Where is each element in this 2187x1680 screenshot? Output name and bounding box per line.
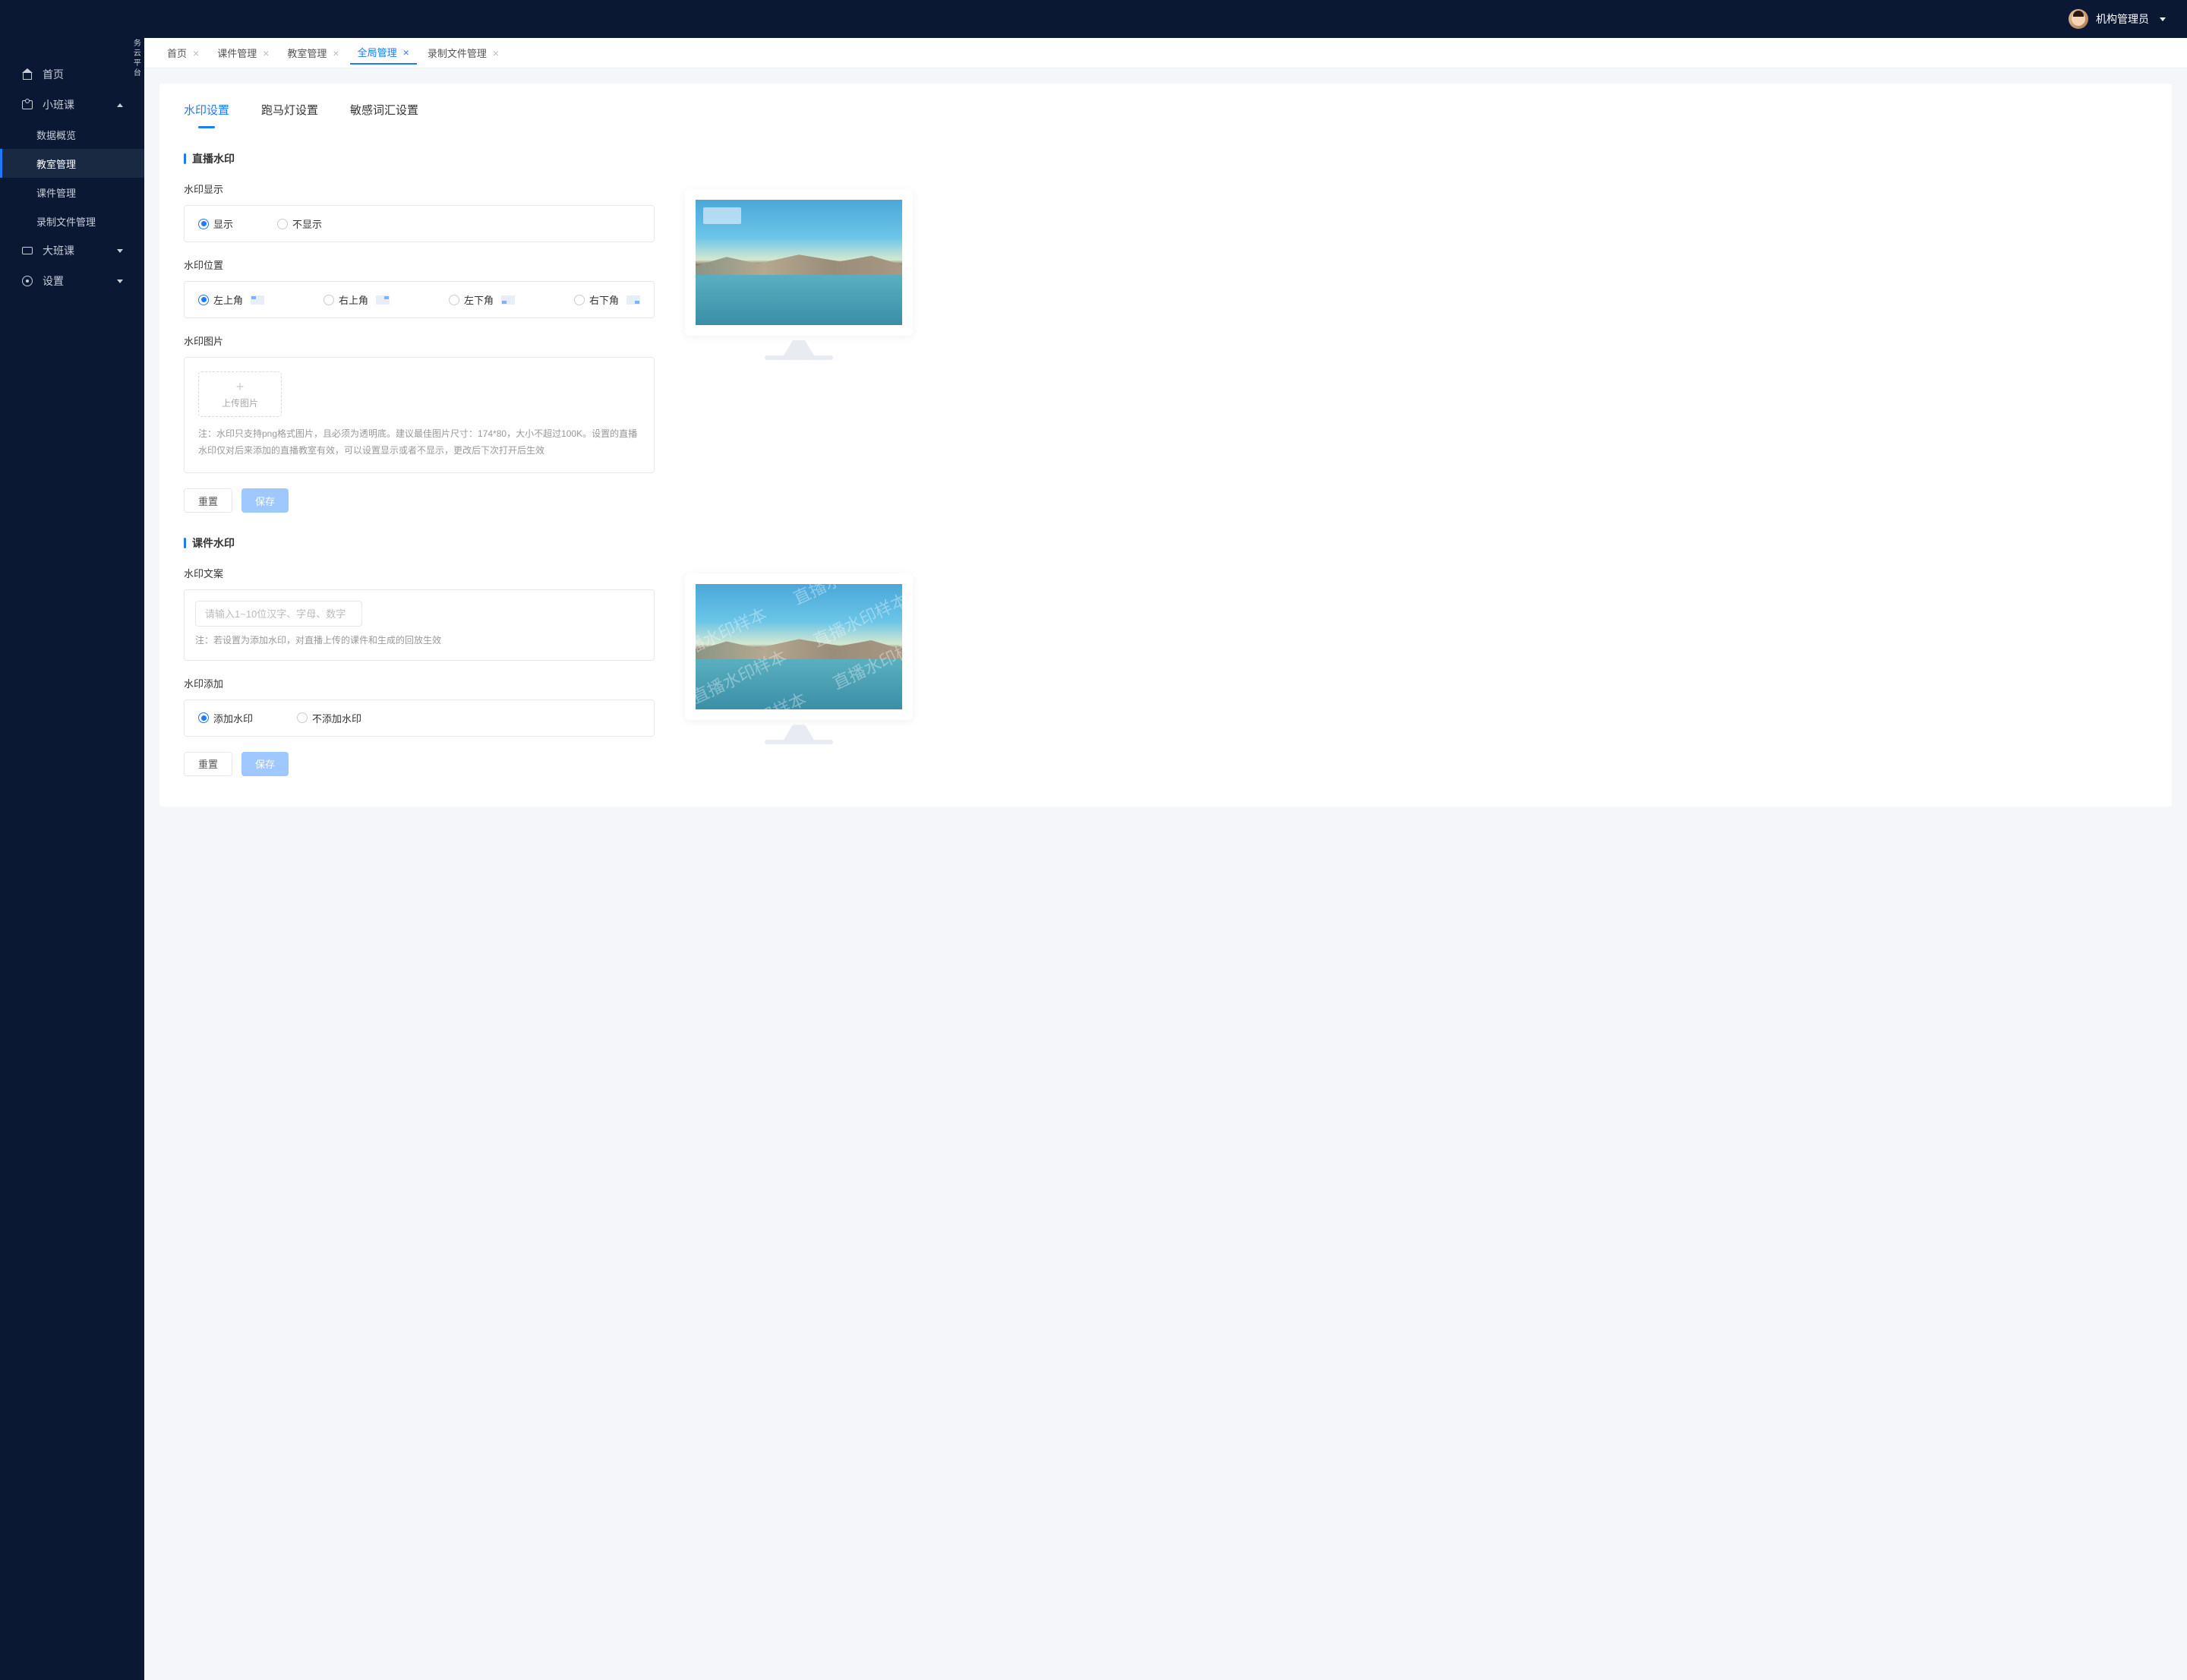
tab-classroom[interactable]: 教室管理 × (279, 42, 346, 65)
radio-icon (323, 295, 334, 305)
close-icon[interactable]: × (403, 46, 409, 58)
field-label-display: 水印显示 (184, 182, 655, 196)
sidebar-sub-courseware[interactable]: 课件管理 (0, 178, 144, 207)
section-title-live: 直播水印 (184, 151, 2148, 166)
radio-icon (198, 219, 209, 229)
radio-icon (297, 712, 308, 723)
inner-tab-sensitive[interactable]: 敏感词汇设置 (350, 102, 418, 128)
chevron-up-icon (117, 103, 123, 107)
sidebar-item-settings[interactable]: 设置 (0, 266, 144, 296)
radio-show[interactable]: 显示 (198, 216, 233, 231)
text-input-wrap: 注：若设置为添加水印，对直播上传的课件和生成的回放生效 (184, 589, 655, 661)
radio-icon (277, 219, 288, 229)
chevron-down-icon (117, 249, 123, 253)
watermark-preview-badge (703, 207, 741, 224)
settings-panel: 水印设置 跑马灯设置 敏感词汇设置 直播水印 水印显示 显示 (159, 84, 2172, 807)
plus-icon: + (236, 380, 245, 393)
reset-button[interactable]: 重置 (184, 488, 232, 513)
top-header: 机构管理员 (0, 0, 2187, 38)
position-radio-group: 左上角 右上角 左下角 (184, 281, 655, 318)
inner-tabs: 水印设置 跑马灯设置 敏感词汇设置 (184, 84, 2148, 128)
save-button[interactable]: 保存 (241, 488, 289, 513)
position-preview-icon (626, 295, 640, 305)
tab-home[interactable]: 首页 × (159, 42, 207, 65)
field-label-image: 水印图片 (184, 333, 655, 348)
tab-recording[interactable]: 录制文件管理 × (420, 42, 507, 65)
sidebar-item-smallclass[interactable]: 小班课 (0, 90, 144, 120)
upload-container: + 上传图片 注：水印只支持png格式图片，且必须为透明底。建议最佳图片尺寸：1… (184, 357, 655, 473)
radio-icon (449, 295, 459, 305)
save-button[interactable]: 保存 (241, 752, 289, 776)
inner-tab-watermark[interactable]: 水印设置 (184, 102, 229, 128)
chevron-down-icon (2160, 17, 2166, 21)
position-preview-icon (376, 295, 390, 305)
field-label-position: 水印位置 (184, 257, 655, 272)
radio-bottomright[interactable]: 右下角 (574, 292, 640, 307)
bigclass-icon (21, 245, 33, 257)
sidebar-sub-classroom[interactable]: 教室管理 (0, 149, 144, 178)
position-preview-icon (501, 295, 515, 305)
upload-hint: 注：水印只支持png格式图片，且必须为透明底。建议最佳图片尺寸：174*80，大… (198, 426, 640, 459)
position-preview-icon (251, 295, 264, 305)
radio-hide[interactable]: 不显示 (277, 216, 322, 231)
radio-noadd[interactable]: 不添加水印 (297, 711, 361, 725)
class-icon (21, 99, 33, 111)
reset-button[interactable]: 重置 (184, 752, 232, 776)
field-label-text: 水印文案 (184, 566, 655, 580)
gear-icon (21, 275, 33, 287)
main-content: 首页 × 课件管理 × 教室管理 × 全局管理 × 录制文件管理 × (144, 0, 2187, 1680)
close-icon[interactable]: × (263, 47, 269, 59)
close-icon[interactable]: × (193, 47, 199, 59)
sidebar: 云朵直播 yunduoketang.com 教育机构一站 式服务云平台 首页 小… (0, 0, 144, 1680)
add-radio-group: 添加水印 不添加水印 (184, 699, 655, 737)
chevron-down-icon (117, 279, 123, 283)
preview-monitor-live (685, 189, 913, 336)
display-radio-group: 显示 不显示 (184, 205, 655, 242)
watermark-text-input[interactable] (195, 601, 362, 627)
sidebar-sub-overview[interactable]: 数据概览 (0, 120, 144, 149)
upload-button[interactable]: + 上传图片 (198, 371, 282, 417)
tabs-bar: 首页 × 课件管理 × 教室管理 × 全局管理 × 录制文件管理 × (144, 38, 2187, 68)
close-icon[interactable]: × (493, 47, 499, 59)
tab-global[interactable]: 全局管理 × (350, 42, 417, 65)
avatar (2069, 9, 2088, 29)
user-menu[interactable]: 机构管理员 (2069, 9, 2166, 29)
text-hint: 注：若设置为添加水印，对直播上传的课件和生成的回放生效 (195, 633, 643, 649)
watermark-diagonal-overlay: 直播水印样本 直播水印样本 直播水印样本 直播水印样本 直播水印样本 直播水印样… (696, 584, 902, 709)
radio-topright[interactable]: 右上角 (323, 292, 390, 307)
tab-courseware[interactable]: 课件管理 × (210, 42, 276, 65)
radio-add[interactable]: 添加水印 (198, 711, 253, 725)
preview-monitor-courseware: 直播水印样本 直播水印样本 直播水印样本 直播水印样本 直播水印样本 直播水印样… (685, 573, 913, 720)
radio-bottomleft[interactable]: 左下角 (449, 292, 515, 307)
sidebar-sub-recording[interactable]: 录制文件管理 (0, 207, 144, 235)
sidebar-nav: 首页 小班课 数据概览 教室管理 课件管理 录制文件管理 大班课 (0, 38, 144, 296)
radio-icon (198, 712, 209, 723)
home-icon (21, 68, 33, 81)
user-name: 机构管理员 (2096, 11, 2149, 27)
close-icon[interactable]: × (333, 47, 339, 59)
radio-icon (198, 295, 209, 305)
radio-icon (574, 295, 585, 305)
radio-topleft[interactable]: 左上角 (198, 292, 264, 307)
sidebar-item-home[interactable]: 首页 (0, 59, 144, 90)
sidebar-item-bigclass[interactable]: 大班课 (0, 235, 144, 266)
field-label-add: 水印添加 (184, 676, 655, 690)
inner-tab-marquee[interactable]: 跑马灯设置 (261, 102, 318, 128)
section-title-courseware: 课件水印 (184, 535, 2148, 551)
